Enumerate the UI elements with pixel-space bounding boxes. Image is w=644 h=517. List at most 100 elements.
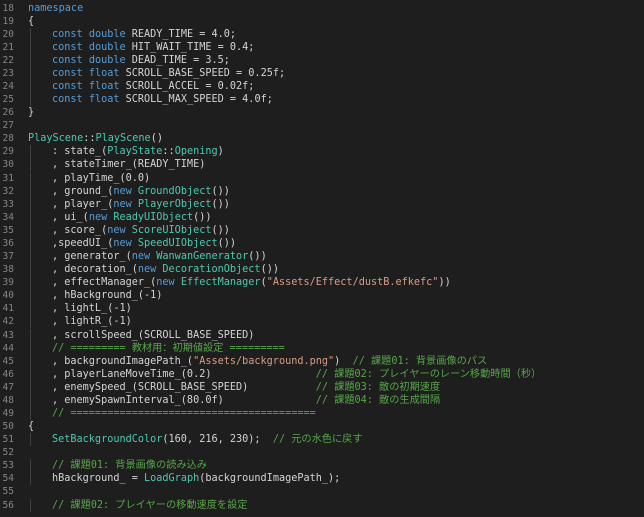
- code-line[interactable]: 46 , playerLaneMoveTime_(0.2) // 課題02: プレ…: [0, 367, 644, 381]
- code-line[interactable]: 55: [0, 485, 644, 498]
- code-line[interactable]: 38 , decoration_(new DecorationObject()): [0, 263, 644, 277]
- code-line[interactable]: 28 PlayScene::PlayScene(): [0, 132, 644, 145]
- code-line[interactable]: 40 , hBackground_(-1): [0, 289, 644, 303]
- code-text: ,speedUI_(new SpeedUIObject()): [52, 237, 236, 250]
- code-line[interactable]: 23 const float SCROLL_BASE_SPEED = 0.25f;: [0, 66, 644, 80]
- code-token: PlayState: [107, 146, 163, 158]
- code-line[interactable]: 26}: [0, 106, 644, 119]
- line-number: 44: [2, 342, 14, 354]
- code-line[interactable]: 36 ,speedUI_(new SpeedUIObject()): [0, 236, 644, 250]
- indent-guide: [30, 145, 31, 159]
- code-token: new: [131, 251, 157, 263]
- code-line[interactable]: 49 // ===================================…: [0, 406, 644, 420]
- code-token: namespace: [28, 2, 84, 14]
- code-token: 0.02f;: [217, 80, 255, 92]
- indent-guide: [30, 158, 31, 172]
- code-token: float: [88, 67, 126, 79]
- code-token: Opening: [174, 146, 218, 158]
- code-line[interactable]: 42 , lightR_(-1): [0, 315, 644, 329]
- code-token: ReadyUIObject: [113, 211, 194, 223]
- code-line[interactable]: 19 {: [0, 15, 644, 28]
- code-token: const: [52, 54, 89, 66]
- code-token: HIT_WAIT_TIME =: [131, 41, 230, 53]
- indent-guide: [30, 406, 31, 420]
- code-text: const float SCROLL_MAX_SPEED = 4.0f;: [52, 93, 273, 106]
- line-number: 39: [2, 277, 14, 289]
- code-token: // 課題04: 敵の生成間隔: [315, 394, 441, 406]
- code-text: const double HIT_WAIT_TIME = 0.4;: [52, 41, 254, 54]
- line-number: 45: [2, 355, 14, 367]
- code-line[interactable]: 43 , scrollSpeed_(SCROLL_BASE_SPEED): [0, 328, 644, 342]
- code-token: new: [107, 224, 132, 236]
- indent-guide: [30, 66, 31, 80]
- code-line[interactable]: 21 const double HIT_WAIT_TIME = 0.4;: [0, 40, 644, 54]
- code-line[interactable]: 22 const double DEAD_TIME = 3.5;: [0, 53, 644, 67]
- code-token: 0.4;: [229, 41, 255, 53]
- code-line[interactable]: 45 , backgroundImagePath_("Assets/backgro…: [0, 354, 644, 368]
- line-number: 49: [2, 407, 14, 419]
- code-token: , player_(: [52, 198, 114, 210]
- code-text: const float SCROLL_BASE_SPEED = 0.25f;: [52, 67, 285, 80]
- code-text: , enemySpawnInterval_(80.0f) // 課題04: 敵の…: [52, 394, 440, 407]
- code-line[interactable]: 54 hBackground_ = LoadGraph(backgroundIma…: [0, 472, 644, 486]
- code-token: ()): [211, 224, 230, 236]
- code-line[interactable]: 27: [0, 119, 644, 132]
- code-line[interactable]: 29: state_(PlayState::Opening): [0, 145, 644, 159]
- indent-guide: [30, 171, 31, 185]
- code-line[interactable]: 37 , generator_(new WanwanGenerator()): [0, 250, 644, 264]
- code-token: ()): [248, 251, 267, 263]
- code-line[interactable]: 31 , playTime_(0.0): [0, 171, 644, 185]
- code-text: const double READY_TIME = 4.0;: [52, 28, 236, 41]
- code-token: , playTime_(0.0): [52, 172, 151, 184]
- code-line[interactable]: 39 , effectManager_(new EffectManager("As…: [0, 276, 644, 290]
- code-token: double: [88, 54, 132, 66]
- indent-guide: [30, 263, 31, 277]
- code-line[interactable]: 52: [0, 446, 644, 459]
- code-token: double: [88, 41, 132, 53]
- code-token: READY_TIME =: [131, 28, 212, 40]
- line-number: 43: [2, 329, 14, 341]
- code-line[interactable]: 34 , ui_(new ReadyUIObject()): [0, 210, 644, 224]
- code-text: // =====================================…: [52, 407, 316, 420]
- code-token: // 課題03: 敵の初期速度: [315, 381, 441, 393]
- code-line[interactable]: 32 , ground_(new GroundObject()): [0, 184, 644, 198]
- code-token: ,speedUI_(: [52, 237, 114, 249]
- code-line[interactable]: 51 SetBackgroundColor(160, 216, 230); // …: [0, 433, 644, 447]
- line-number: 30: [2, 159, 14, 171]
- line-number: 35: [2, 224, 14, 236]
- code-text: {: [28, 420, 34, 433]
- code-token: GroundObject: [137, 185, 212, 197]
- indent-guide: [30, 302, 31, 316]
- code-token: double: [88, 28, 132, 40]
- code-line[interactable]: 47 , enemySpeed_(SCROLL_BASE_SPEED) // 課題…: [0, 380, 644, 394]
- code-token: PlayScene: [28, 133, 84, 145]
- code-line[interactable]: 33 , player_(new PlayerObject()): [0, 197, 644, 211]
- code-editor[interactable]: 18 namespace 19 {20 const double READY_TIME …: [0, 0, 644, 517]
- indent-guide: [30, 472, 31, 486]
- indent-guide: [30, 380, 31, 394]
- line-number: 22: [2, 54, 14, 66]
- code-token: SCROLL_ACCEL =: [125, 80, 218, 92]
- code-token: 4.0f;: [242, 94, 273, 106]
- code-token: // 課題02: プレイヤーの移動速度を設定: [52, 499, 248, 511]
- code-token: // =====================================…: [52, 407, 316, 419]
- code-line[interactable]: 35 , score_(new ScoreUIObject()): [0, 223, 644, 237]
- code-text: , lightL_(-1): [52, 302, 132, 315]
- code-line[interactable]: 41 , lightL_(-1): [0, 302, 644, 316]
- code-token: , hBackground_(-1): [52, 290, 163, 302]
- line-number: 47: [2, 381, 14, 393]
- code-line[interactable]: 53 // 課題01: 背景画像の読み込み: [0, 459, 644, 473]
- code-line[interactable]: 44 // ========= 教材用：初期値設定 =========: [0, 341, 644, 355]
- code-line[interactable]: 50 {: [0, 420, 644, 433]
- code-line[interactable]: 56 // 課題02: プレイヤーの移動速度を設定: [0, 498, 644, 512]
- code-text: const float SCROLL_ACCEL = 0.02f;: [52, 80, 254, 93]
- code-line[interactable]: 24 const float SCROLL_ACCEL = 0.02f;: [0, 79, 644, 93]
- code-line[interactable]: 18 namespace: [0, 2, 644, 15]
- code-text: // 課題02: プレイヤーの移動速度を設定: [52, 499, 247, 512]
- code-token: SCROLL_MAX_SPEED =: [125, 94, 243, 106]
- line-number: 24: [2, 80, 14, 92]
- code-line[interactable]: 20 const double READY_TIME = 4.0;: [0, 27, 644, 41]
- code-line[interactable]: 48 , enemySpawnInterval_(80.0f) // 課題04: …: [0, 393, 644, 407]
- code-line[interactable]: 25 const float SCROLL_MAX_SPEED = 4.0f;: [0, 93, 644, 107]
- code-line[interactable]: 30 , stateTimer_(READY_TIME): [0, 158, 644, 172]
